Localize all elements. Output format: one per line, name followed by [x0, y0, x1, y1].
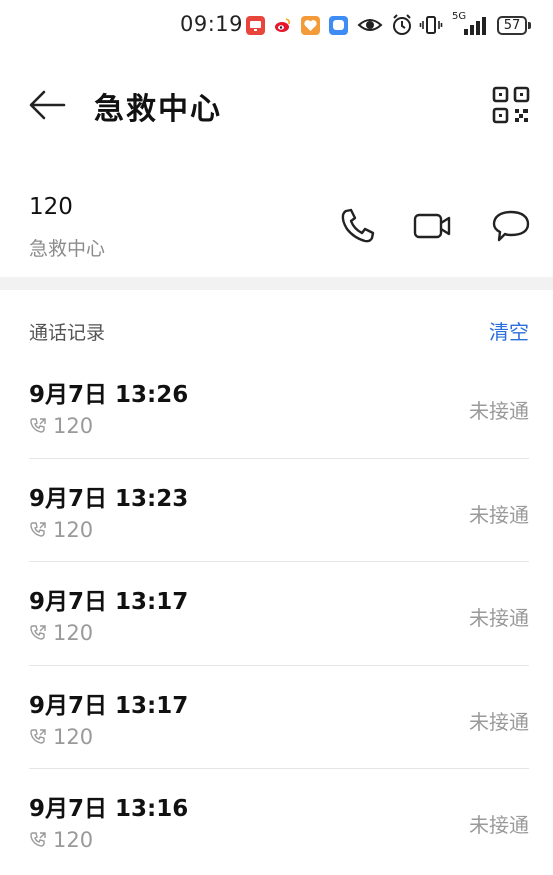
- call-log-list: 9月7日 13:26 120 未接通 9月7日 13:23 120 未接通 9月…: [0, 355, 553, 873]
- status-bar: 09:19 5G 57: [0, 0, 553, 52]
- call-log-item[interactable]: 9月7日 13:23 120 未接通: [0, 459, 553, 562]
- chat-app-icon: [329, 16, 348, 35]
- status-time: 09:19: [180, 12, 244, 36]
- call-time: 9月7日 13:17: [29, 589, 189, 615]
- qr-code-icon: [492, 86, 530, 124]
- contact-name: 急救中心: [29, 238, 106, 260]
- call-time: 9月7日 13:16: [29, 796, 189, 822]
- call-number: 120: [53, 414, 94, 438]
- phone-icon: [341, 208, 375, 243]
- qr-code-button[interactable]: [490, 84, 532, 126]
- call-log-item[interactable]: 9月7日 13:16 120 未接通: [0, 769, 553, 873]
- call-status: 未接通: [469, 709, 529, 734]
- call-time: 9月7日 13:23: [29, 485, 189, 512]
- call-time: 9月7日 13:26: [29, 382, 189, 408]
- call-status: 未接通: [469, 813, 529, 837]
- call-status: 未接通: [469, 502, 529, 527]
- video-call-button[interactable]: [412, 205, 454, 247]
- contact-number: 120: [29, 194, 73, 220]
- call-number: 120: [53, 724, 94, 749]
- call-log-item[interactable]: 9月7日 13:17 120 未接通: [0, 562, 553, 666]
- page-title: 急救中心: [94, 92, 222, 127]
- call-button[interactable]: [336, 205, 378, 247]
- tv-app-icon: [246, 16, 265, 35]
- clear-button[interactable]: 清空: [489, 316, 529, 345]
- call-sub: 120: [29, 413, 93, 439]
- video-call-icon: [413, 213, 451, 239]
- section-divider: [0, 277, 553, 290]
- call-log-item[interactable]: 9月7日 13:17 120 未接通: [0, 666, 553, 769]
- call-log-title: 通话记录: [29, 322, 106, 344]
- call-number: 120: [53, 621, 94, 645]
- eye-icon: [357, 13, 383, 41]
- call-sub: 120: [29, 517, 93, 543]
- call-status: 未接通: [469, 606, 529, 630]
- call-sub: 120: [29, 724, 93, 750]
- call-status: 未接通: [469, 399, 529, 423]
- outgoing-call-icon: [30, 521, 46, 537]
- vibrate-icon: [419, 13, 443, 41]
- outgoing-call-icon: [30, 625, 46, 640]
- message-button[interactable]: [490, 205, 532, 247]
- back-button[interactable]: [24, 82, 70, 128]
- alarm-icon: [391, 13, 413, 41]
- call-sub: 120: [29, 827, 93, 853]
- call-number: 120: [53, 517, 94, 542]
- call-log-item[interactable]: 9月7日 13:26 120 未接通: [0, 355, 553, 459]
- battery-indicator: 57: [497, 16, 527, 35]
- battery-tip: [528, 22, 531, 29]
- outgoing-call-icon: [30, 832, 46, 847]
- signal-icon: [462, 13, 490, 41]
- outgoing-call-icon: [30, 418, 46, 433]
- call-number: 120: [53, 828, 94, 852]
- arrow-left-icon: [29, 90, 66, 120]
- weibo-icon: [273, 16, 292, 35]
- call-sub: 120: [29, 620, 93, 646]
- heart-app-icon: [301, 16, 320, 35]
- message-icon: [492, 210, 530, 242]
- call-time: 9月7日 13:17: [29, 692, 189, 719]
- outgoing-call-icon: [30, 728, 46, 744]
